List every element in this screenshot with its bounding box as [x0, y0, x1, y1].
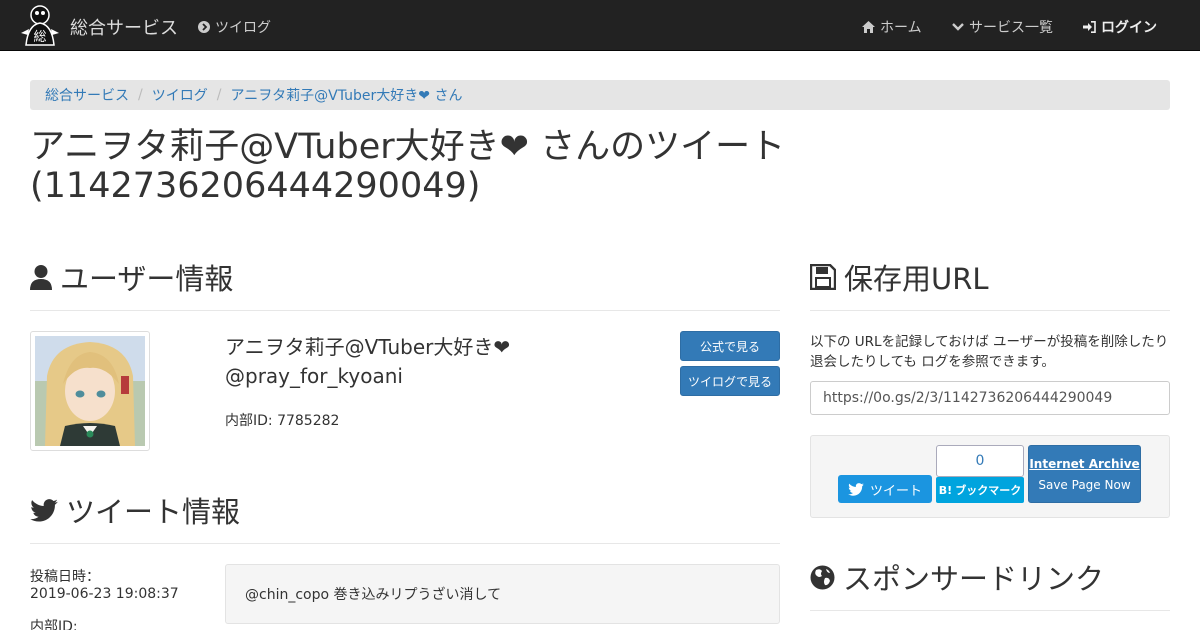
internet-archive-title: Internet Archive: [1029, 457, 1140, 471]
divider: [30, 310, 780, 311]
sign-in-icon: [1083, 21, 1096, 33]
site-logo[interactable]: 総: [20, 3, 60, 47]
navbar: 総 総合サービス ツイログ ホーム サービス一覧 ログイン: [0, 0, 1200, 51]
breadcrumb: 総合サービス / ツイログ / アニヲタ莉子@VTuber大好き❤ さん: [30, 80, 1170, 110]
logo-text: 総: [33, 30, 46, 45]
nav-twilog[interactable]: ツイログ: [198, 17, 271, 37]
hatena-bookmark-count[interactable]: 0: [936, 445, 1024, 477]
divider: [810, 610, 1170, 611]
internet-archive-button[interactable]: Internet Archive Save Page Now: [1028, 445, 1141, 503]
save-url-description: 以下の URLを記録しておけば ユーザーが投稿を削除したり 退会したりしても ロ…: [810, 334, 1169, 370]
save-url-heading-text: 保存用URL: [844, 262, 989, 296]
user-info-heading: ユーザー情報: [30, 256, 233, 298]
chevron-circle-right-icon: [198, 21, 210, 33]
home-icon: [862, 21, 875, 33]
page-title: アニヲタ莉子@VTuber大好き❤ さんのツイート (1142736206444…: [30, 127, 786, 206]
sponsor-heading-text: スポンサードリンク: [843, 562, 1105, 596]
nav-login[interactable]: ログイン: [1083, 17, 1157, 37]
user-icon: [30, 264, 52, 290]
floppy-disk-icon: [810, 264, 836, 290]
user-handle: @pray_for_kyoani: [225, 364, 403, 388]
user-display-name: アニヲタ莉子@VTuber大好き❤: [225, 335, 511, 359]
view-official-button[interactable]: 公式で見る: [680, 331, 780, 361]
hatena-bookmark-button[interactable]: B! ブックマーク: [936, 477, 1024, 503]
posted-value: 2019-06-23 19:08:37: [30, 586, 179, 602]
tweet-text: @chin_copo 巻き込みリプうざい消して: [245, 587, 502, 603]
sponsor-heading: スポンサードリンク: [810, 556, 1104, 598]
user-info-heading-text: ユーザー情報: [60, 262, 234, 296]
tweet-text-box: @chin_copo 巻き込みリプうざい消して: [225, 564, 780, 624]
avatar: [30, 331, 150, 451]
divider: [30, 543, 780, 544]
internet-archive-action: Save Page Now: [1038, 478, 1131, 492]
view-twilog-button[interactable]: ツイログで見る: [680, 366, 780, 396]
save-url-heading: 保存用URL: [810, 256, 989, 298]
brand-link[interactable]: 総合サービス: [70, 14, 178, 40]
save-url-input[interactable]: [810, 381, 1170, 415]
hatena-bookmark-label: ブックマーク: [955, 484, 1022, 497]
breadcrumb-item-twilog[interactable]: ツイログ: [152, 85, 208, 105]
breadcrumb-separator: /: [216, 87, 222, 103]
nav-home-label: ホーム: [880, 20, 922, 36]
globe-icon: [810, 565, 835, 589]
divider: [810, 310, 1170, 311]
breadcrumb-separator: /: [138, 87, 143, 103]
chevron-down-icon: [952, 23, 964, 31]
twitter-bird-icon: [848, 482, 864, 496]
nav-login-label: ログイン: [1101, 20, 1157, 36]
nav-services[interactable]: サービス一覧: [952, 17, 1053, 37]
user-name-block: アニヲタ莉子@VTuber大好き❤ @pray_for_kyoani: [225, 333, 510, 391]
nav-home[interactable]: ホーム: [862, 17, 922, 37]
posted-label: 投稿日時：: [30, 569, 100, 585]
twitter-icon: [30, 498, 58, 522]
tweet-share-button[interactable]: ツイート: [838, 475, 932, 503]
tweet-internal-id-label: 内部ID:: [30, 619, 78, 630]
tweet-info-heading: ツイート情報: [30, 489, 240, 531]
user-internal-id: 内部ID: 7785282: [225, 413, 340, 429]
hatena-b-icon: B!: [938, 483, 953, 497]
nav-services-label: サービス一覧: [969, 20, 1053, 36]
tweet-info-heading-text: ツイート情報: [66, 495, 241, 529]
breadcrumb-item-home[interactable]: 総合サービス: [45, 85, 129, 105]
breadcrumb-item-user[interactable]: アニヲタ莉子@VTuber大好き❤ さん: [230, 85, 462, 105]
tweet-share-label: ツイート: [869, 483, 922, 499]
nav-twilog-label: ツイログ: [215, 20, 271, 36]
